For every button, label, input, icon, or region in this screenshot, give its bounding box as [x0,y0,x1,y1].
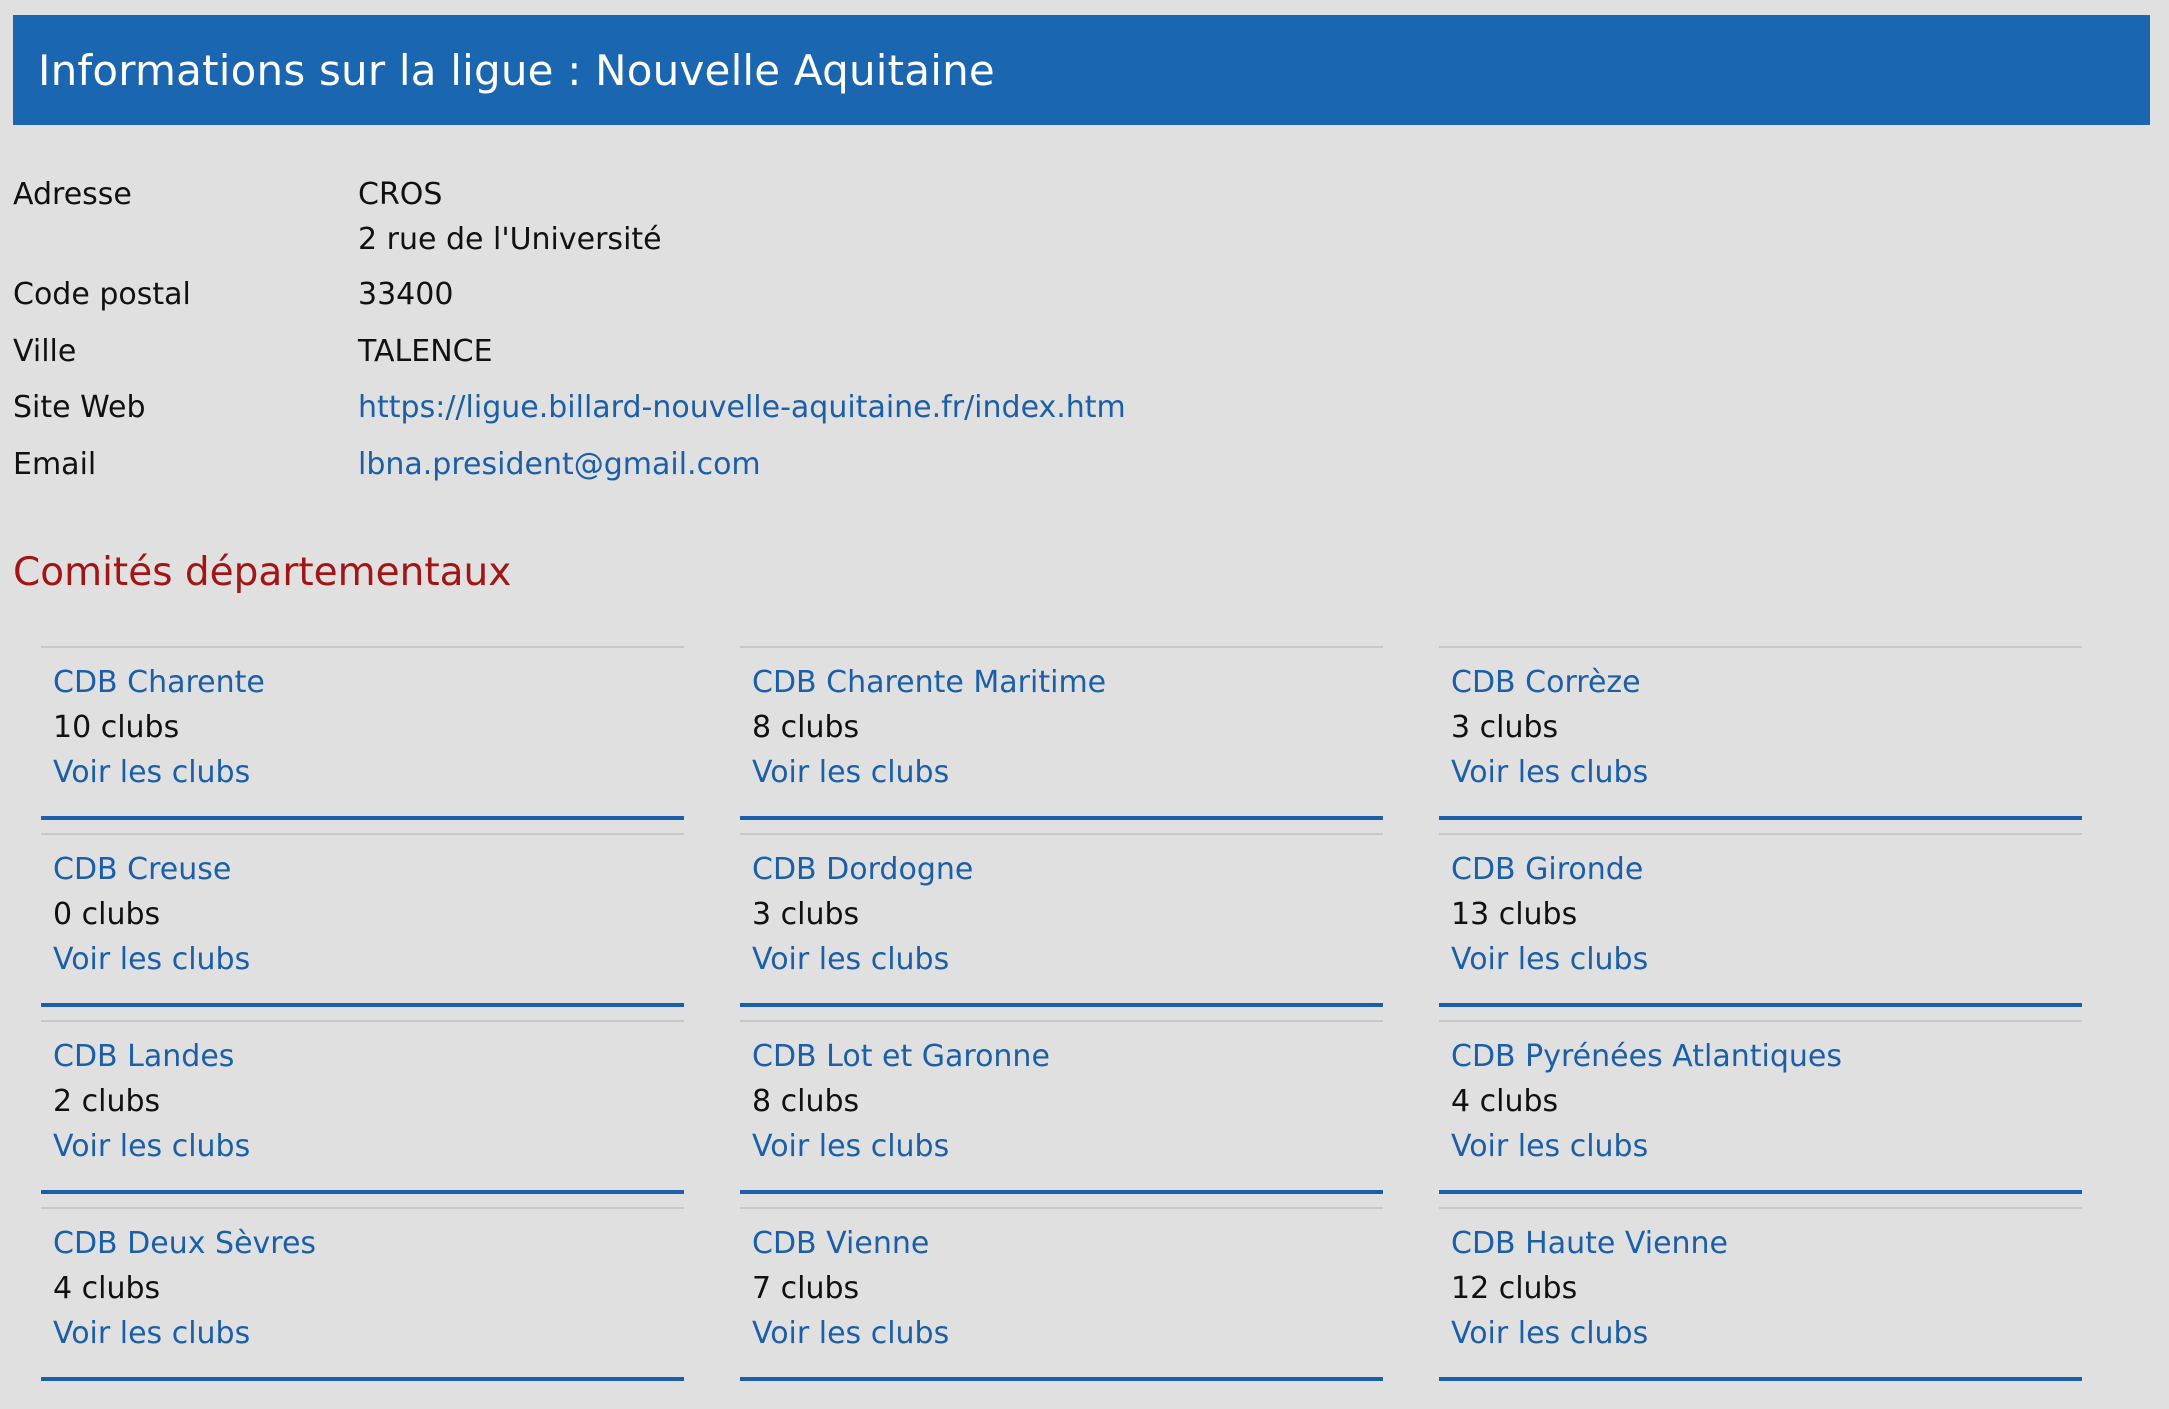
committee-card: CDB Charente Maritime 8 clubs Voir les c… [740,646,1383,820]
committee-club-count: 8 clubs [752,1084,860,1119]
adresse-label: Adresse [13,177,132,212]
adresse-line-2: 2 rue de l'Université [358,222,662,257]
committee-club-count: 3 clubs [752,897,860,932]
committee-name-link[interactable]: CDB Gironde [1451,847,2082,892]
committee-club-count: 0 clubs [53,897,161,932]
view-clubs-link[interactable]: Voir les clubs [1451,750,2082,795]
committee-name-link[interactable]: CDB Deux Sèvres [53,1221,684,1266]
committee-name-link[interactable]: CDB Vienne [752,1221,1383,1266]
info-row-adresse: Adresse CROS 2 rue de l'Université [13,172,1513,272]
committees-grid: CDB Charente 10 clubs Voir les clubs CDB… [41,646,2082,1381]
view-clubs-link[interactable]: Voir les clubs [53,937,684,982]
view-clubs-link[interactable]: Voir les clubs [752,1124,1383,1169]
committee-name-link[interactable]: CDB Landes [53,1034,684,1079]
view-clubs-link[interactable]: Voir les clubs [752,1311,1383,1356]
email-link[interactable]: lbna.president@gmail.com [358,447,761,482]
view-clubs-link[interactable]: Voir les clubs [752,937,1383,982]
ville-value: TALENCE [358,334,493,369]
committee-card: CDB Dordogne 3 clubs Voir les clubs [740,833,1383,1007]
committee-name-link[interactable]: CDB Pyrénées Atlantiques [1451,1034,2082,1079]
ville-label: Ville [13,334,77,369]
view-clubs-link[interactable]: Voir les clubs [752,750,1383,795]
committee-club-count: 4 clubs [53,1271,161,1306]
committees-section-title: Comités départementaux [13,550,512,595]
committee-club-count: 12 clubs [1451,1271,1578,1306]
adresse-line-1: CROS [358,177,443,212]
committee-card: CDB Lot et Garonne 8 clubs Voir les club… [740,1020,1383,1194]
committee-name-link[interactable]: CDB Charente [53,660,684,705]
info-row-site-web: Site Web https://ligue.billard-nouvelle-… [13,385,1513,442]
email-value: lbna.president@gmail.com [358,442,761,487]
committee-card: CDB Charente 10 clubs Voir les clubs [41,646,684,820]
committee-name-link[interactable]: CDB Dordogne [752,847,1383,892]
code-postal-value: 33400 [358,277,454,312]
committee-club-count: 7 clubs [752,1271,860,1306]
view-clubs-link[interactable]: Voir les clubs [53,1311,684,1356]
site-web-link[interactable]: https://ligue.billard-nouvelle-aquitaine… [358,390,1126,425]
view-clubs-link[interactable]: Voir les clubs [1451,1311,2082,1356]
view-clubs-link[interactable]: Voir les clubs [53,750,684,795]
committee-name-link[interactable]: CDB Corrèze [1451,660,2082,705]
code-postal-label: Code postal [13,277,191,312]
email-label: Email [13,447,97,482]
info-row-ville: Ville TALENCE [13,329,1513,385]
view-clubs-link[interactable]: Voir les clubs [1451,1124,2082,1169]
adresse-value: CROS 2 rue de l'Université [358,172,662,262]
committee-club-count: 13 clubs [1451,897,1578,932]
committee-card: CDB Corrèze 3 clubs Voir les clubs [1439,646,2082,820]
league-info-table: Adresse CROS 2 rue de l'Université Code … [13,172,1513,498]
committee-club-count: 10 clubs [53,710,180,745]
info-row-code-postal: Code postal 33400 [13,272,1513,329]
committee-card: CDB Deux Sèvres 4 clubs Voir les clubs [41,1207,684,1381]
committee-club-count: 2 clubs [53,1084,161,1119]
committee-card: CDB Pyrénées Atlantiques 4 clubs Voir le… [1439,1020,2082,1194]
committee-club-count: 8 clubs [752,710,860,745]
committee-card: CDB Vienne 7 clubs Voir les clubs [740,1207,1383,1381]
committee-card: CDB Gironde 13 clubs Voir les clubs [1439,833,2082,1007]
view-clubs-link[interactable]: Voir les clubs [1451,937,2082,982]
info-row-email: Email lbna.president@gmail.com [13,442,1513,498]
committee-card: CDB Creuse 0 clubs Voir les clubs [41,833,684,1007]
page-title: Informations sur la ligue : Nouvelle Aqu… [38,45,995,95]
site-web-label: Site Web [13,390,146,425]
committee-name-link[interactable]: CDB Creuse [53,847,684,892]
committee-card: CDB Landes 2 clubs Voir les clubs [41,1020,684,1194]
committee-name-link[interactable]: CDB Lot et Garonne [752,1034,1383,1079]
committee-club-count: 4 clubs [1451,1084,1559,1119]
committee-name-link[interactable]: CDB Charente Maritime [752,660,1383,705]
page-header: Informations sur la ligue : Nouvelle Aqu… [13,15,2150,125]
view-clubs-link[interactable]: Voir les clubs [53,1124,684,1169]
site-web-value: https://ligue.billard-nouvelle-aquitaine… [358,385,1126,430]
committee-name-link[interactable]: CDB Haute Vienne [1451,1221,2082,1266]
committee-club-count: 3 clubs [1451,710,1559,745]
committee-card: CDB Haute Vienne 12 clubs Voir les clubs [1439,1207,2082,1381]
league-info-page: Informations sur la ligue : Nouvelle Aqu… [0,0,2169,1409]
